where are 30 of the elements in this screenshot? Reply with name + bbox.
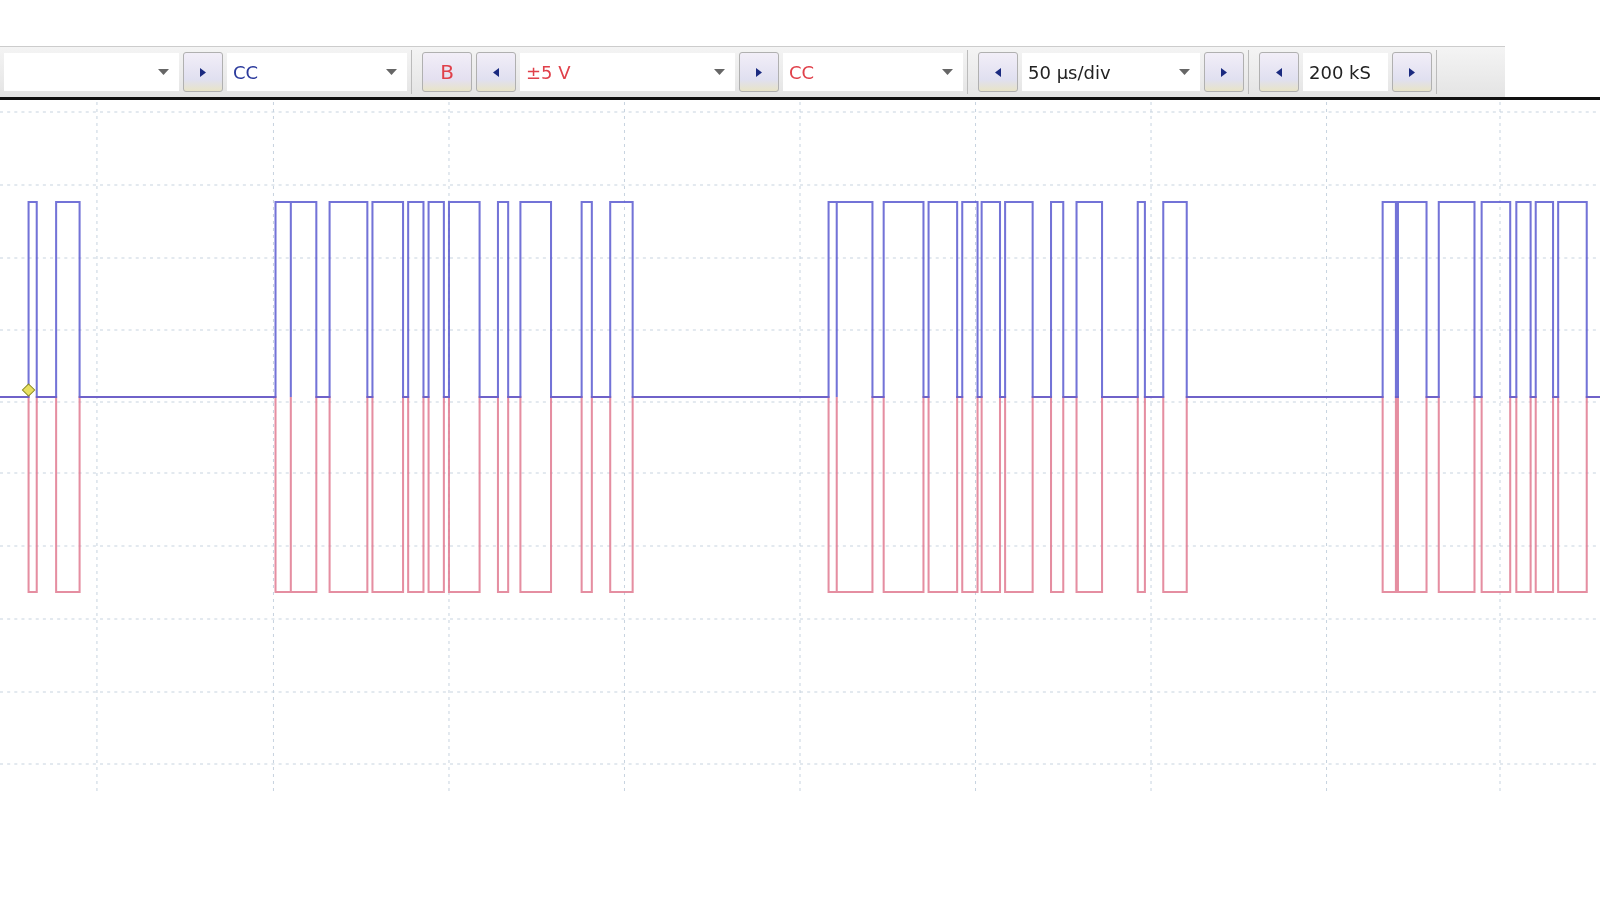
previous-button[interactable] — [978, 52, 1018, 92]
dropdown[interactable]: CC — [227, 53, 407, 91]
next-button[interactable] — [739, 52, 779, 92]
caret-icon — [1179, 69, 1190, 75]
trigger-marker-icon[interactable] — [21, 383, 36, 397]
caret-icon — [942, 69, 953, 75]
dropdown[interactable]: CC — [783, 53, 963, 91]
previous-button[interactable] — [1259, 52, 1299, 92]
next-button[interactable] — [183, 52, 223, 92]
triangle-right-icon — [756, 67, 762, 77]
triangle-right-icon — [1221, 67, 1227, 77]
caret-icon — [158, 69, 169, 75]
next-button[interactable] — [1392, 52, 1432, 92]
caret-icon — [386, 69, 397, 75]
caret-icon — [714, 69, 725, 75]
dropdown-value: CC — [789, 61, 815, 83]
triangle-right-icon — [1409, 67, 1415, 77]
next-button[interactable] — [1204, 52, 1244, 92]
triangle-left-icon — [493, 67, 499, 77]
triangle-right-icon — [200, 67, 206, 77]
triangle-left-icon — [995, 67, 1001, 77]
dropdown[interactable]: ±5 V — [520, 53, 735, 91]
dropdown-value: 50 µs/div — [1028, 61, 1111, 83]
triangle-left-icon — [1276, 67, 1282, 77]
dropdown-value: ±5 V — [526, 61, 571, 83]
dropdown[interactable] — [4, 53, 179, 91]
dropdown-value: CC — [233, 61, 259, 83]
previous-button[interactable] — [476, 52, 516, 92]
input-field[interactable]: 200 kS — [1303, 53, 1388, 91]
dropdown[interactable]: 50 µs/div — [1022, 53, 1200, 91]
